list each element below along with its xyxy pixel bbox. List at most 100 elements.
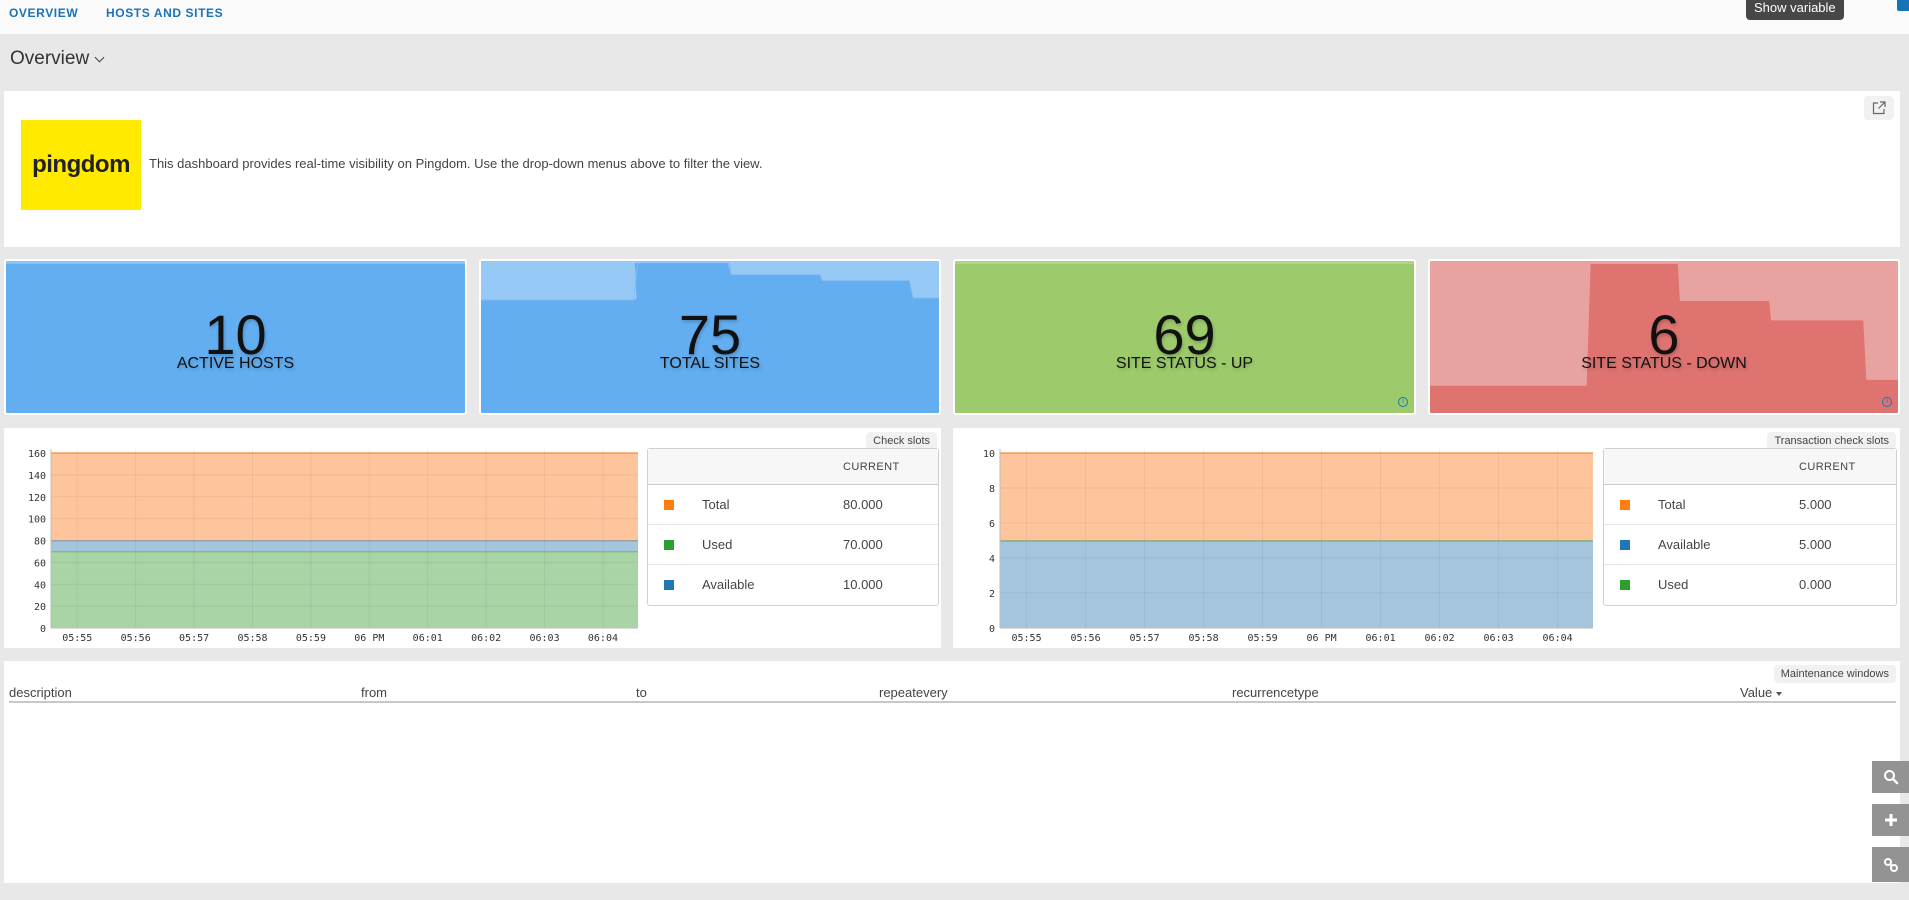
legend-row-available[interactable]: Available 5.000 — [1604, 525, 1896, 565]
legend-swatch — [664, 580, 674, 590]
legend-name: Available — [702, 577, 755, 592]
stat-site-status-up[interactable]: 69 SITE STATUS - UP i — [953, 259, 1416, 415]
x-tick-label: 05:58 — [1189, 633, 1219, 644]
x-tick-label: 06:04 — [1543, 633, 1573, 644]
transaction-check-slots-legend: CURRENT Total 5.000 Available 5.000 Used 0.… — [1603, 448, 1897, 606]
y-tick-label: 6 — [989, 519, 995, 530]
x-tick-label: 06:02 — [471, 633, 501, 644]
legend-header: CURRENT — [843, 461, 900, 473]
stat-site-status-down[interactable]: 6 SITE STATUS - DOWN i — [1428, 259, 1900, 415]
legend-swatch — [1620, 540, 1630, 550]
x-tick-label: 05:59 — [1248, 633, 1278, 644]
stat-label: TOTAL SITES — [659, 355, 761, 372]
column-value-label: Value — [1740, 685, 1773, 700]
check-slots-panel: 0 20 40 60 80 100 120 140 160 05:55 05:56 05:57 05:5… — [4, 428, 941, 648]
panel-title: Maintenance windows — [1773, 665, 1896, 683]
add-button[interactable] — [1872, 804, 1909, 836]
x-tick-label: 05:58 — [237, 633, 267, 644]
column-from[interactable]: from — [361, 685, 387, 700]
show-variable-tooltip: Show variable — [1746, 0, 1844, 20]
legend-value: 5.000 — [1799, 537, 1832, 552]
y-tick-label: 0 — [989, 624, 995, 635]
y-tick-label: 40 — [34, 580, 46, 591]
stat-active-hosts[interactable]: 10 ACTIVE HOSTS — [4, 259, 467, 415]
tab-hosts-and-sites[interactable]: HOSTS AND SITES — [106, 6, 223, 20]
maintenance-windows-panel: Maintenance windows description from to … — [4, 661, 1900, 883]
legend-row-used[interactable]: Used 70.000 — [648, 525, 938, 565]
y-tick-label: 20 — [34, 602, 46, 613]
x-tick-label: 06:01 — [1366, 633, 1396, 644]
x-tick-label: 06 PM — [1307, 633, 1337, 644]
variable-toggle-button[interactable] — [1897, 0, 1909, 11]
y-tick-label: 8 — [989, 484, 995, 495]
chevron-down-icon — [94, 52, 105, 62]
legend-row-used[interactable]: Used 0.000 — [1604, 565, 1896, 605]
legend-name: Total — [1658, 497, 1686, 512]
tab-overview[interactable]: OVERVIEW — [9, 6, 78, 20]
x-tick-label: 05:57 — [1130, 633, 1160, 644]
area-total — [1000, 453, 1593, 541]
x-tick-label: 05:57 — [179, 633, 209, 644]
column-description[interactable]: description — [9, 685, 72, 700]
open-external-button[interactable] — [1864, 96, 1894, 120]
stat-label: SITE STATUS - DOWN — [1581, 355, 1747, 372]
legend-row-available[interactable]: Available 10.000 — [648, 565, 938, 605]
x-tick-label: 06:02 — [1425, 633, 1455, 644]
transaction-check-slots-chart: 0 2 4 6 8 10 05:55 05:56 05:57 05:58 05:59 06 PM 06:… — [983, 449, 1593, 644]
legend-swatch — [1620, 500, 1630, 510]
pingdom-logo: pingdom — [21, 120, 141, 210]
plus-icon — [1884, 814, 1897, 826]
x-tick-label: 06 PM — [354, 633, 384, 644]
area-used — [51, 551, 638, 628]
legend-value: 0.000 — [1799, 577, 1832, 592]
search-icon — [1883, 770, 1898, 785]
y-tick-label: 4 — [989, 554, 995, 565]
legend-header: CURRENT — [1799, 461, 1856, 473]
x-tick-label: 05:59 — [296, 633, 326, 644]
link-button[interactable] — [1872, 847, 1909, 882]
legend-value: 5.000 — [1799, 497, 1832, 512]
stat-label: SITE STATUS - UP — [1115, 355, 1254, 372]
y-tick-label: 80 — [34, 537, 46, 548]
x-tick-label: 05:55 — [1011, 633, 1041, 644]
search-button[interactable] — [1872, 761, 1909, 793]
column-repeatevery[interactable]: repeatevery — [879, 685, 948, 700]
info-icon[interactable]: i — [1398, 397, 1408, 407]
table-header: description from to repeatevery recurren… — [9, 685, 1896, 703]
dashboard-title: Overview — [10, 48, 90, 69]
column-recurrencetype[interactable]: recurrencetype — [1232, 685, 1319, 700]
info-description: This dashboard provides real-time visibi… — [149, 156, 763, 171]
info-icon[interactable]: i — [1882, 397, 1892, 407]
y-tick-label: 2 — [989, 589, 995, 600]
y-tick-label: 0 — [40, 624, 46, 635]
legend-name: Total — [702, 497, 730, 512]
dashboard-title-dropdown[interactable]: Overview — [10, 48, 105, 70]
x-tick-label: 05:56 — [1071, 633, 1101, 644]
y-tick-label: 100 — [28, 515, 46, 526]
x-tick-label: 06:04 — [588, 633, 618, 644]
y-tick-label: 140 — [28, 471, 46, 482]
x-tick-label: 06:03 — [529, 633, 559, 644]
top-nav: OVERVIEW HOSTS AND SITES Show variable — [0, 0, 1909, 34]
legend-swatch — [664, 540, 674, 550]
area-available — [1000, 540, 1593, 628]
x-tick-label: 05:55 — [62, 633, 92, 644]
y-tick-label: 60 — [34, 558, 46, 569]
sort-desc-icon — [1776, 691, 1783, 696]
x-tick-label: 05:56 — [121, 633, 151, 644]
column-value[interactable]: Value — [1740, 685, 1783, 700]
column-to[interactable]: to — [636, 685, 647, 700]
y-tick-label: 10 — [983, 449, 995, 460]
legend-name: Used — [1658, 577, 1689, 592]
x-tick-label: 06:01 — [413, 633, 443, 644]
info-panel: pingdom This dashboard provides real-tim… — [4, 91, 1900, 247]
legend-swatch — [664, 500, 674, 510]
check-slots-legend: CURRENT Total 80.000 Used 70.000 Available… — [647, 448, 939, 606]
stat-total-sites[interactable]: 75 TOTAL SITES — [479, 259, 941, 415]
legend-row-total[interactable]: Total 80.000 — [648, 485, 938, 525]
check-slots-chart: 0 20 40 60 80 100 120 140 160 05:55 05:56 05:57 05:5… — [28, 449, 638, 644]
legend-swatch — [1620, 580, 1630, 590]
legend-row-total[interactable]: Total 5.000 — [1604, 485, 1896, 525]
area-available — [51, 540, 638, 552]
legend-name: Available — [1658, 537, 1711, 552]
